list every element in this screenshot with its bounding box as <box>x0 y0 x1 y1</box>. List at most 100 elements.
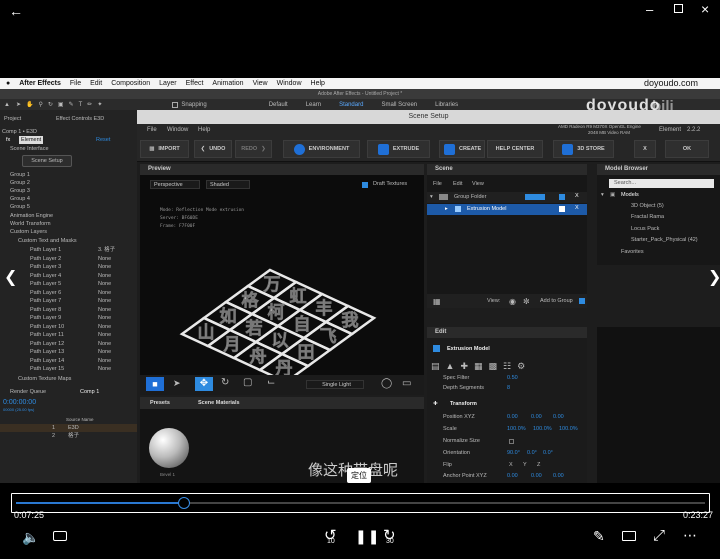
edit-tab-icon-7[interactable]: ⚙ <box>517 361 525 372</box>
cancel-x-button[interactable]: X <box>634 140 656 158</box>
volume-icon[interactable]: 🔈 <box>22 530 39 544</box>
undo-button[interactable]: ❮ UNDO <box>194 140 232 158</box>
normalize-size-checkbox[interactable] <box>509 439 514 444</box>
path-layer-row[interactable]: Path Layer 11 None <box>0 331 137 339</box>
select-icon[interactable]: ➤ <box>173 378 181 389</box>
edit-tab-icon-1[interactable]: ▤ <box>431 361 440 372</box>
transform-label[interactable]: Transform <box>450 401 477 407</box>
favorites-item[interactable]: Favorites <box>621 249 644 255</box>
render-queue-tab[interactable]: Render Queue <box>10 388 46 396</box>
environment-button[interactable]: ENVIRONMENT <box>283 140 360 158</box>
zoom-tool-icon[interactable]: ⚲ <box>38 101 42 108</box>
add-to-group-checkbox[interactable] <box>579 298 585 304</box>
view-globe-icon[interactable]: ◉ <box>509 297 516 306</box>
seek-bar[interactable] <box>11 493 710 513</box>
presets-tab[interactable]: Presets <box>150 400 170 406</box>
seek-thumb[interactable] <box>178 497 191 509</box>
workspace-standard[interactable]: Standard <box>339 102 363 108</box>
path-layer-value[interactable]: None <box>98 297 111 305</box>
edit-tab-icon-3[interactable]: ✚ <box>460 361 468 372</box>
path-layer-value[interactable]: None <box>98 357 111 365</box>
path-layer-row[interactable]: Path Layer 9 None <box>0 314 137 322</box>
text-tool-icon[interactable]: T <box>79 102 83 108</box>
snapping-checkbox[interactable] <box>172 101 179 108</box>
group-delete-icon[interactable]: X <box>575 193 579 199</box>
scene-setup-button[interactable]: Scene Setup <box>22 155 72 167</box>
menu-composition[interactable]: Composition <box>111 80 150 87</box>
model-delete-icon[interactable]: X <box>575 205 579 211</box>
ss-menu-file[interactable]: File <box>147 124 157 136</box>
workspace-learn[interactable]: Learn <box>306 102 321 108</box>
screen-icon[interactable]: ▭ <box>402 378 411 389</box>
chevron-down-icon[interactable]: ▾ <box>430 194 433 200</box>
layer-row-1[interactable]: 1 E3D <box>0 424 137 432</box>
record-icon[interactable]: ◯ <box>381 378 392 389</box>
model-item-3d-object[interactable]: 3D Object (5) <box>631 203 664 209</box>
mini-player-icon[interactable] <box>622 531 636 541</box>
position-z[interactable]: 0.00 <box>553 414 564 420</box>
anchor-z[interactable]: 0.00 <box>553 473 564 479</box>
close-icon[interactable]: × <box>701 2 709 16</box>
group-color-swatch[interactable] <box>525 194 545 200</box>
model-visible-toggle[interactable] <box>559 206 565 212</box>
custom-text-masks[interactable]: Custom Text and Masks <box>18 237 77 245</box>
path-layer-row[interactable]: Path Layer 6 None <box>0 289 137 297</box>
redo-button[interactable]: REDO ❯ <box>235 140 272 158</box>
group-1[interactable]: Group 1 <box>10 171 30 179</box>
help-center-button[interactable]: HELP CENTER <box>487 140 543 158</box>
group-4[interactable]: Group 4 <box>10 195 30 203</box>
scale-icon[interactable]: ▢ <box>243 377 252 388</box>
scene-menu-file[interactable]: File <box>433 181 442 187</box>
models-chevron-icon[interactable]: ▾ <box>601 192 604 198</box>
models-root[interactable]: Models <box>621 192 639 198</box>
path-layer-value[interactable]: None <box>98 365 111 373</box>
workspace-libraries[interactable]: Libraries <box>435 102 458 108</box>
path-layer-value[interactable]: None <box>98 263 111 271</box>
flip-y[interactable]: Y <box>523 462 527 468</box>
menu-file[interactable]: File <box>70 80 81 87</box>
path-layer-value[interactable]: None <box>98 280 111 288</box>
group-3[interactable]: Group 3 <box>10 187 30 195</box>
scale-z[interactable]: 100.0% <box>559 426 578 432</box>
3d-store-button[interactable]: 3D STORE <box>553 140 614 158</box>
orientation-z[interactable]: 0.0° <box>543 450 553 456</box>
custom-texture-maps[interactable]: Custom Texture Maps <box>18 375 71 383</box>
animation-engine[interactable]: Animation Engine <box>10 212 53 220</box>
path-layer-value[interactable]: None <box>98 331 111 339</box>
pause-icon[interactable]: ❚❚ <box>355 529 380 543</box>
anchor-x[interactable]: 0.00 <box>507 473 518 479</box>
workspace-default[interactable]: Default <box>269 102 288 108</box>
scene-camera-icon[interactable]: ▦ <box>433 297 441 306</box>
flip-z[interactable]: Z <box>537 462 540 468</box>
reset-link[interactable]: Reset <box>96 136 110 144</box>
import-button[interactable]: ▩ IMPORT <box>140 140 189 158</box>
menu-layer[interactable]: Layer <box>159 80 177 87</box>
anchor-y[interactable]: 0.00 <box>531 473 542 479</box>
path-layer-row[interactable]: Path Layer 2 None <box>0 255 137 263</box>
scene-materials-tab[interactable]: Scene Materials <box>198 400 240 406</box>
effect-controls-tab[interactable]: Effect Controls E3D <box>56 115 104 123</box>
chevron-right-icon[interactable]: ▸ <box>445 206 448 212</box>
fullscreen-icon[interactable]: ⤢ <box>653 528 665 543</box>
bevel-preset-sphere[interactable] <box>149 428 189 468</box>
group-5[interactable]: Group 5 <box>10 203 30 211</box>
position-y[interactable]: 0.00 <box>531 414 542 420</box>
puppet-tool-icon[interactable]: ✦ <box>97 101 102 108</box>
spec-filter-value[interactable]: 0.50 <box>507 375 518 381</box>
path-layer-row[interactable]: Path Layer 14 None <box>0 357 137 365</box>
path-layer-value[interactable]: None <box>98 289 111 297</box>
orientation-x[interactable]: 90.0° <box>507 450 520 456</box>
workspace-small-screen[interactable]: Small Screen <box>381 102 417 108</box>
captions-icon[interactable] <box>53 531 67 541</box>
path-layer-value[interactable]: None <box>98 306 111 314</box>
path-layer-value[interactable]: None <box>98 255 111 263</box>
ss-menu-help[interactable]: Help <box>198 124 210 136</box>
path-layer-value[interactable]: None <box>98 340 111 348</box>
camera-tool-icon[interactable]: ▣ <box>58 101 64 108</box>
path-layer-row[interactable]: Path Layer 13 None <box>0 348 137 356</box>
scale-x[interactable]: 100.0% <box>507 426 526 432</box>
axis-icon[interactable]: ⌙ <box>267 377 275 388</box>
model-search-input[interactable]: Search... <box>609 179 714 188</box>
comp-tab[interactable]: Comp 1 <box>80 388 99 396</box>
selection-tool-icon[interactable]: ➤ <box>16 101 21 108</box>
